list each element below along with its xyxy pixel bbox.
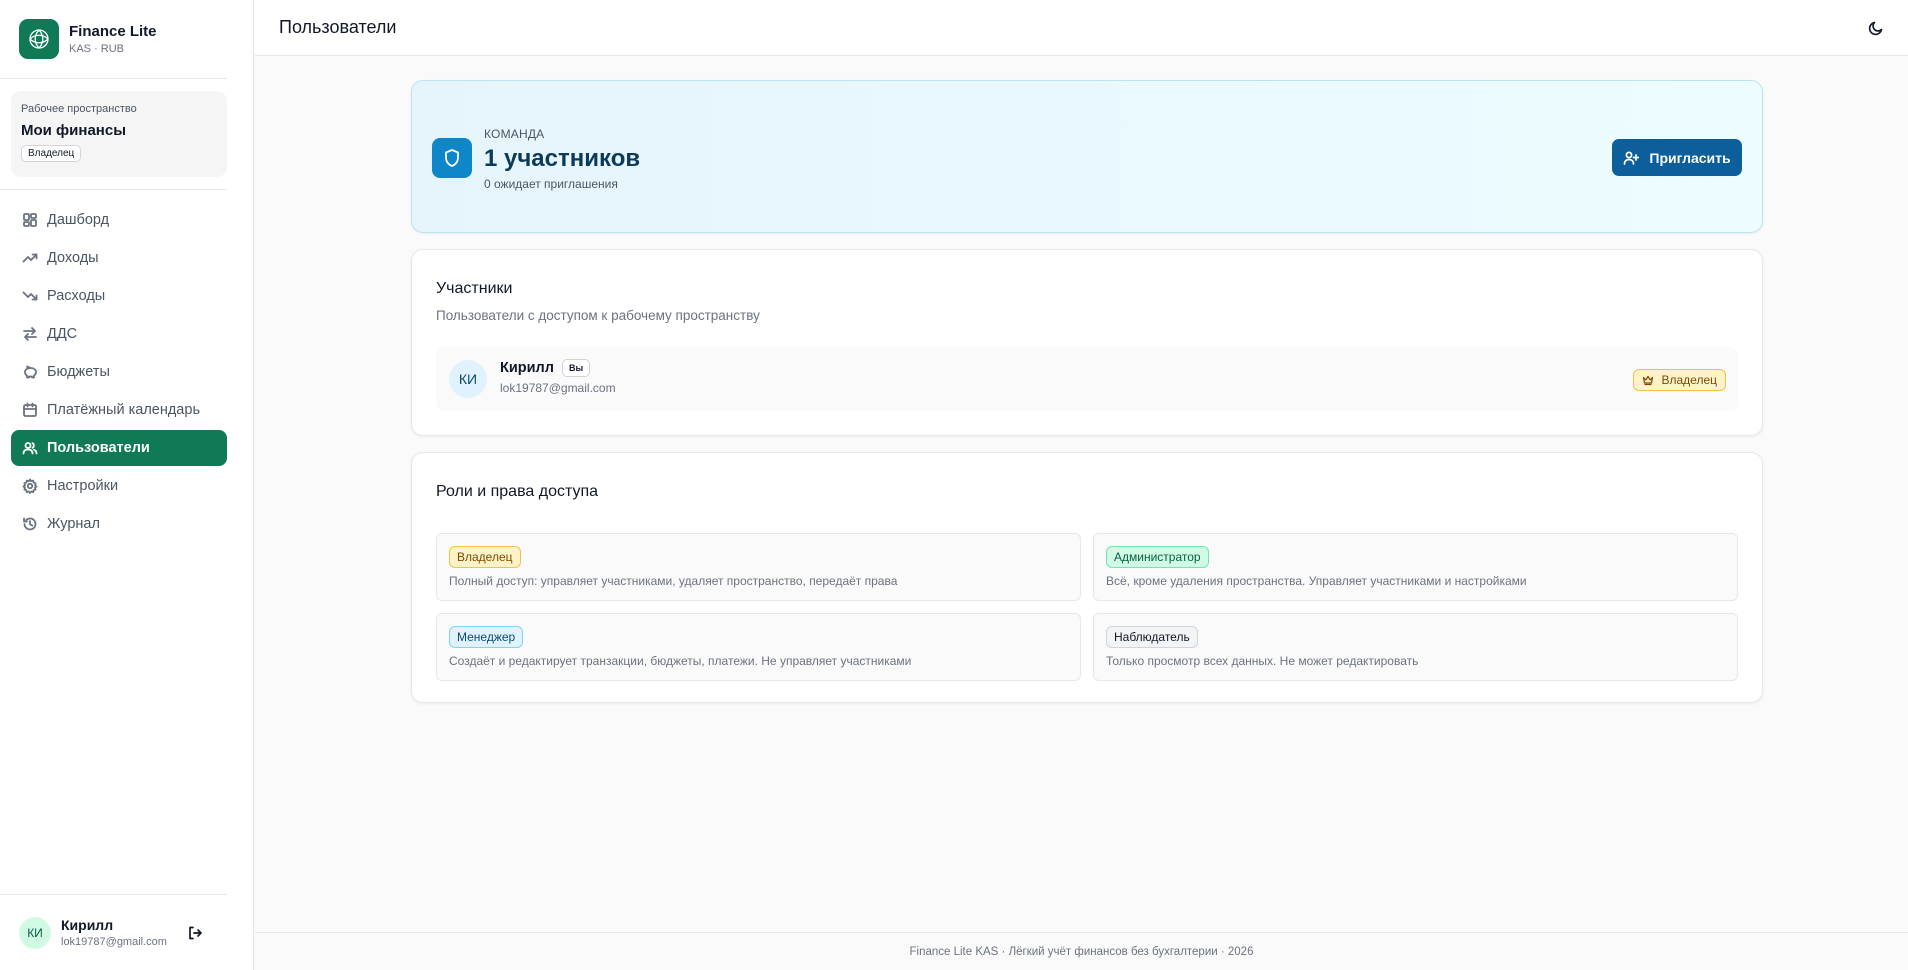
roles-grid: Владелец Полный доступ: управляет участн… (436, 533, 1738, 681)
user-plus-icon (1624, 151, 1640, 165)
sidebar-divider (0, 189, 227, 190)
calendar-icon (23, 402, 37, 417)
workspace-label: Рабочее пространство (21, 103, 137, 115)
roles-title: Роли и права доступа (436, 483, 599, 500)
team-summary-card: КОМАНДА 1 участников 0 ожидает приглашен… (411, 80, 1763, 233)
roles-card: Роли и права доступа Владелец Полный дос… (411, 452, 1763, 703)
gear-icon (22, 478, 38, 494)
members-card: Участники Пользователи с доступом к рабо… (411, 249, 1763, 436)
logout-button[interactable] (183, 921, 207, 945)
sidebar-item-income[interactable]: Доходы (11, 240, 227, 276)
member-name: Кирилл (500, 360, 554, 376)
list-item[interactable]: КИ Кирилл Вы lok19787@gmail.com Владелец (436, 347, 1738, 411)
team-pending-invites: 0 ожидает приглашения (484, 177, 618, 191)
sidebar-item-settings[interactable]: Настройки (11, 468, 227, 504)
main-content: КОМАНДА 1 участников 0 ожидает приглашен… (411, 80, 1763, 703)
current-user-name: Кирилл (61, 916, 114, 933)
invite-button[interactable]: Пригласить (1612, 139, 1742, 176)
theme-toggle-button[interactable] (1864, 16, 1888, 40)
top-header: Пользователи (255, 0, 1908, 56)
team-label: КОМАНДА (484, 127, 545, 141)
sidebar-item-users[interactable]: Пользователи (11, 430, 227, 466)
trending-down-icon (22, 291, 38, 301)
member-role-badge: Владелец (1633, 369, 1726, 391)
trending-up-icon (22, 253, 38, 263)
members-subtitle: Пользователи с доступом к рабочему прост… (436, 308, 760, 323)
sidebar-item-label: Расходы (47, 288, 106, 304)
workspace-card[interactable]: Рабочее пространство Мои финансы Владеле… (11, 91, 227, 177)
role-description: Всё, кроме удаления пространства. Управл… (1106, 574, 1527, 588)
role-description: Создаёт и редактирует транзакции, бюджет… (449, 654, 912, 668)
sidebar: Finance Lite KAS · RUB Рабочее пространс… (0, 0, 254, 970)
role-description: Полный доступ: управляет участниками, уд… (449, 574, 898, 588)
invite-button-label: Пригласить (1649, 149, 1731, 166)
member-email: lok19787@gmail.com (500, 381, 616, 395)
role-card-manager: Менеджер Создаёт и редактирует транзакци… (436, 613, 1081, 681)
piggy-bank-icon (24, 365, 37, 379)
history-icon (23, 517, 37, 531)
page-title: Пользователи (279, 17, 397, 37)
workspace-name: Мои финансы (21, 122, 127, 139)
sidebar-item-budgets[interactable]: Бюджеты (11, 354, 227, 390)
crown-icon (1643, 375, 1654, 386)
sidebar-item-label: ДДС (47, 326, 78, 342)
role-card-admin: Администратор Всё, кроме удаления простр… (1093, 533, 1738, 601)
current-user-email: lok19787@gmail.com (61, 935, 167, 948)
brand-name: Finance Lite (69, 22, 157, 40)
role-card-owner: Владелец Полный доступ: управляет участн… (436, 533, 1081, 601)
member-role-label: Владелец (1661, 373, 1717, 387)
role-badge-admin: Администратор (1106, 546, 1209, 568)
sidebar-item-label: Журнал (47, 516, 100, 532)
sidebar-item-dashboard[interactable]: Дашборд (11, 202, 227, 238)
avatar[interactable]: КИ (19, 916, 51, 949)
sidebar-item-label: Пользователи (47, 440, 150, 456)
sidebar-item-label: Бюджеты (47, 364, 110, 380)
dashboard-icon (23, 213, 37, 227)
users-icon (22, 442, 38, 455)
role-badge-owner: Владелец (449, 546, 521, 568)
sidebar-item-payment-calendar[interactable]: Платёжный календарь (11, 392, 227, 428)
workspace-role-badge: Владелец (21, 145, 82, 162)
sidebar-item-label: Платёжный календарь (47, 402, 200, 418)
sidebar-nav: Дашборд Доходы Расходы ДДС Бюджеты Платё… (0, 202, 253, 542)
sidebar-item-expenses[interactable]: Расходы (11, 278, 227, 314)
moon-icon (1868, 21, 1883, 36)
role-badge-viewer: Наблюдатель (1106, 626, 1198, 648)
role-card-viewer: Наблюдатель Только просмотр всех данных.… (1093, 613, 1738, 681)
sidebar-user-panel: КИ Кирилл lok19787@gmail.com (0, 894, 227, 970)
brand[interactable]: Finance Lite KAS · RUB (0, 0, 227, 79)
you-badge: Вы (561, 359, 591, 377)
logout-icon (189, 926, 202, 939)
sidebar-item-label: Настройки (47, 478, 119, 494)
sidebar-item-cashflow[interactable]: ДДС (11, 316, 227, 352)
page-footer: Finance Lite KAS · Лёгкий учёт финансов … (255, 932, 1908, 970)
brand-subtitle: KAS · RUB (69, 42, 125, 55)
members-title: Участники (436, 280, 513, 297)
sidebar-item-label: Дашборд (47, 212, 110, 228)
shield-icon (432, 138, 472, 178)
arrows-exchange-icon (23, 327, 37, 341)
team-member-count: 1 участников (484, 145, 641, 172)
avatar: КИ (449, 360, 487, 398)
sidebar-item-journal[interactable]: Журнал (11, 506, 227, 542)
role-badge-manager: Менеджер (449, 626, 524, 648)
sidebar-item-label: Доходы (47, 250, 99, 266)
brand-logo-icon (19, 19, 59, 59)
role-description: Только просмотр всех данных. Не может ре… (1106, 654, 1419, 668)
